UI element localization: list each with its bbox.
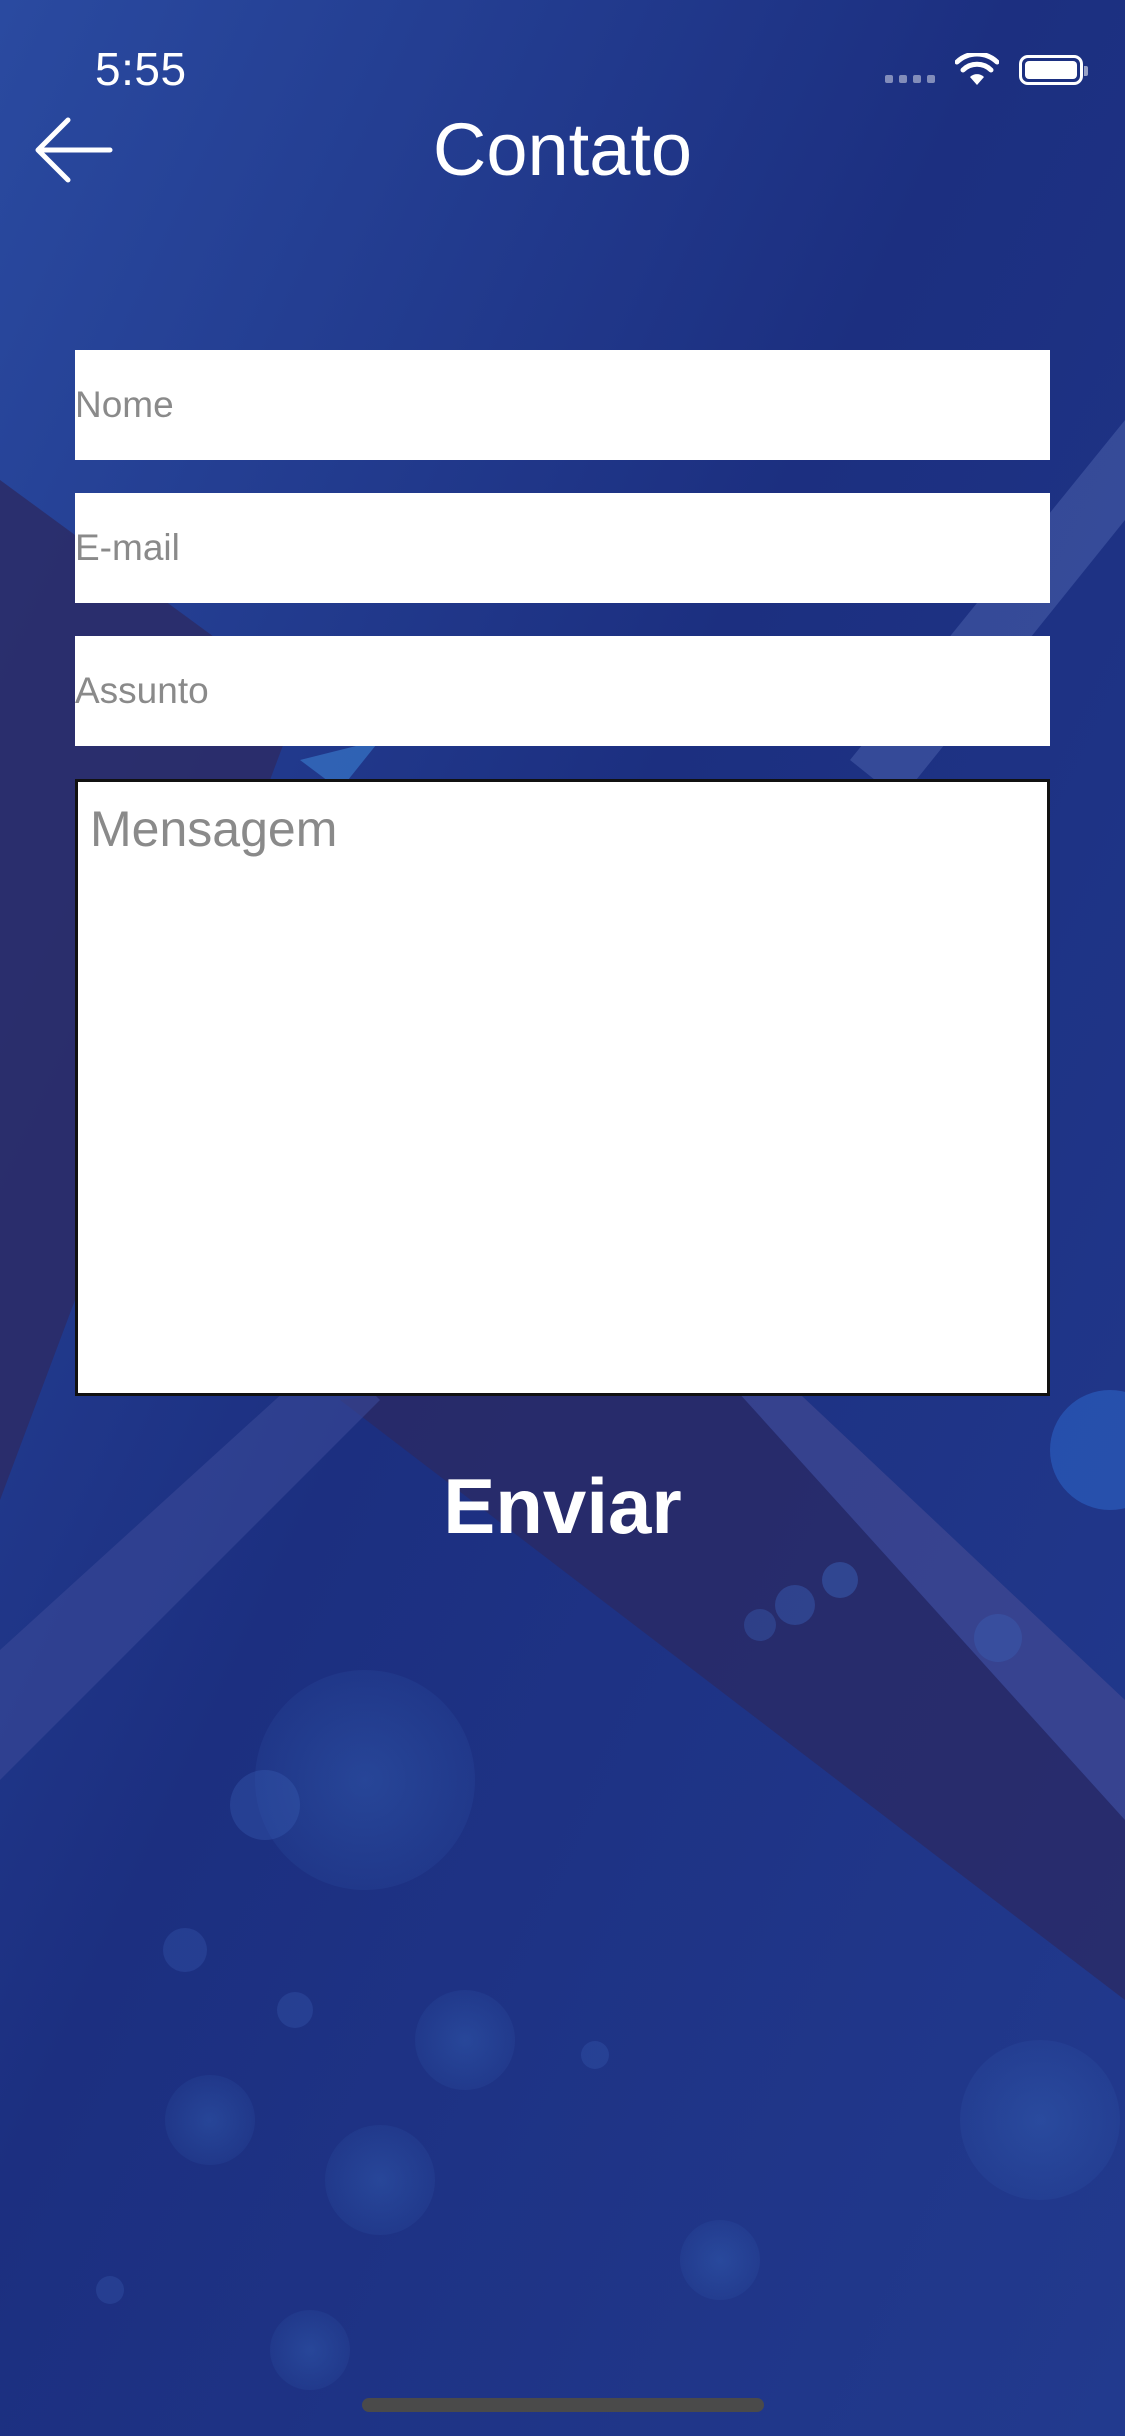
- status-time: 5:55: [95, 43, 187, 95]
- send-button[interactable]: Enviar: [363, 1455, 763, 1555]
- home-indicator: [362, 2398, 764, 2412]
- wifi-icon: [955, 53, 999, 85]
- page-title: Contato: [432, 108, 693, 191]
- subject-field[interactable]: [75, 636, 1050, 746]
- battery-icon: [1019, 55, 1088, 85]
- email-field[interactable]: [75, 493, 1050, 603]
- name-field[interactable]: [75, 350, 1050, 460]
- navigation-bar: Contato: [0, 100, 1125, 200]
- contact-form: [75, 350, 1050, 1396]
- status-icons: [885, 50, 1088, 90]
- message-field[interactable]: [75, 779, 1050, 1396]
- cellular-signal-icon: [885, 75, 935, 83]
